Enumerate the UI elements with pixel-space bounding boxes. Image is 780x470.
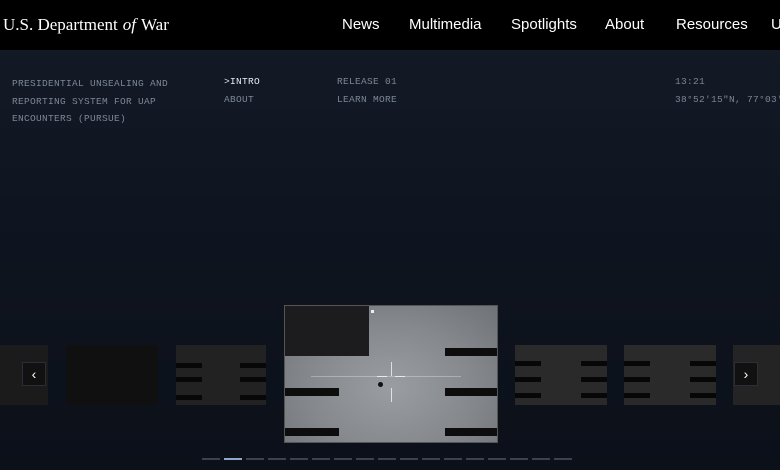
time-readout: 13:21 bbox=[675, 76, 706, 87]
pagination-dot[interactable] bbox=[334, 458, 352, 460]
pagination-dot[interactable] bbox=[246, 458, 264, 460]
chevron-left-icon: ‹ bbox=[31, 366, 37, 382]
carousel-prev-button[interactable]: ‹ bbox=[22, 362, 46, 386]
pagination-dot[interactable] bbox=[422, 458, 440, 460]
link-about[interactable]: ABOUT bbox=[224, 91, 260, 109]
pagination-dot[interactable] bbox=[400, 458, 418, 460]
pagination-dot[interactable] bbox=[510, 458, 528, 460]
link-intro[interactable]: >INTRO bbox=[224, 73, 260, 91]
release-info: RELEASE 01 LEARN MORE bbox=[337, 73, 397, 108]
pagination-dot[interactable] bbox=[444, 458, 462, 460]
main-nav: News Multimedia Spotlights About Resourc… bbox=[0, 0, 780, 50]
video-overlay-panel bbox=[285, 306, 369, 356]
pagination-dot[interactable] bbox=[488, 458, 506, 460]
tracked-object bbox=[378, 382, 383, 387]
learn-more-link[interactable]: LEARN MORE bbox=[337, 91, 397, 109]
clock-coords: 13:21 38°52′15″N, 77°03′1 bbox=[675, 73, 780, 108]
nav-news[interactable]: News bbox=[342, 16, 380, 33]
nav-more-truncated[interactable]: U bbox=[771, 16, 780, 33]
pagination-dot[interactable] bbox=[554, 458, 572, 460]
carousel-thumb-active[interactable] bbox=[284, 305, 498, 443]
pagination-dot[interactable] bbox=[466, 458, 484, 460]
site-header: U.S. Department of War News Multimedia S… bbox=[0, 0, 780, 50]
pagination-dot[interactable] bbox=[532, 458, 550, 460]
pagination-dot-active[interactable] bbox=[224, 458, 242, 460]
nav-multimedia[interactable]: Multimedia bbox=[409, 16, 482, 33]
pagination-dot[interactable] bbox=[312, 458, 330, 460]
section-links: >INTRO ABOUT bbox=[224, 73, 260, 108]
tagline-line-1: PRESIDENTIAL UNSEALING AND bbox=[12, 78, 169, 89]
tagline: PRESIDENTIAL UNSEALING AND REPORTING SYS… bbox=[12, 75, 202, 128]
carousel-next-button[interactable]: › bbox=[734, 362, 758, 386]
coords-readout: 38°52′15″N, 77°03′1 bbox=[675, 93, 780, 105]
pagination-dot[interactable] bbox=[290, 458, 308, 460]
pagination-dot[interactable] bbox=[268, 458, 286, 460]
carousel-thumb-4[interactable] bbox=[515, 345, 607, 405]
carousel-thumb-5[interactable] bbox=[624, 345, 716, 405]
carousel-pagination bbox=[202, 458, 572, 461]
nav-about[interactable]: About bbox=[605, 16, 644, 33]
nav-spotlights[interactable]: Spotlights bbox=[511, 16, 577, 33]
chevron-right-icon: › bbox=[743, 366, 749, 382]
pagination-dot[interactable] bbox=[378, 458, 396, 460]
pagination-dot[interactable] bbox=[202, 458, 220, 460]
carousel-thumb-1[interactable] bbox=[66, 345, 158, 405]
release-label: RELEASE 01 bbox=[337, 76, 398, 87]
pagination-dot[interactable] bbox=[356, 458, 374, 460]
tagline-line-2: REPORTING SYSTEM FOR UAP bbox=[12, 95, 157, 107]
tagline-line-3: ENCOUNTERS (PURSUE) bbox=[12, 113, 127, 124]
nav-resources[interactable]: Resources bbox=[676, 16, 748, 33]
carousel-thumb-2[interactable] bbox=[176, 345, 266, 405]
